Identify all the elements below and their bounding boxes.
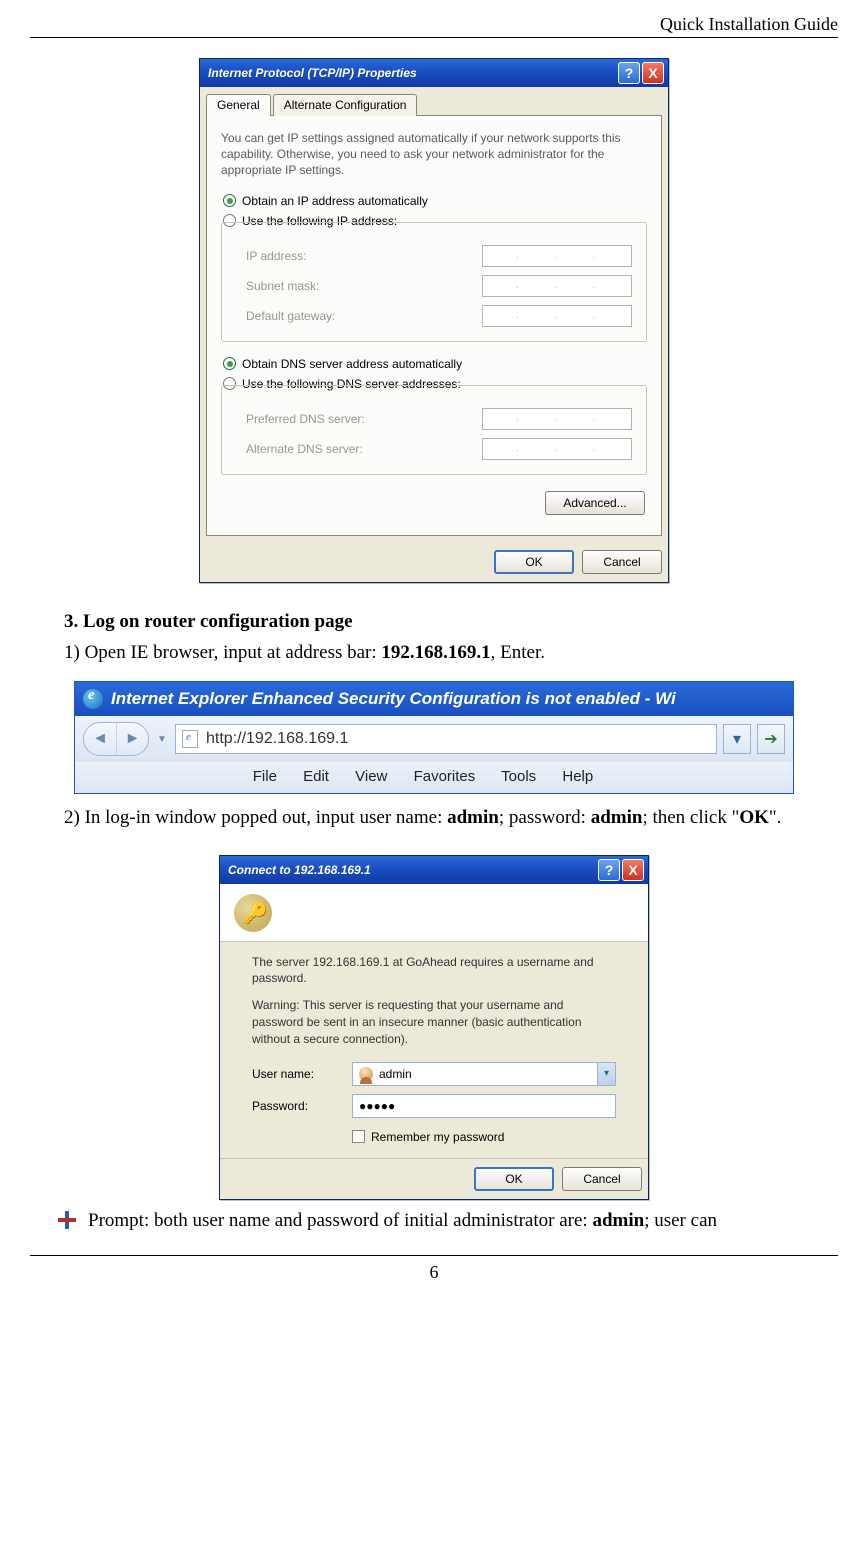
username-label: User name: (252, 1067, 352, 1081)
username-row: User name: admin ▾ (234, 1058, 634, 1090)
menu-file[interactable]: File (253, 768, 277, 785)
history-dropdown-icon[interactable]: ▼ (155, 734, 169, 745)
auth-banner (220, 884, 648, 942)
tab-alternate-configuration[interactable]: Alternate Configuration (273, 94, 418, 116)
ie-browser-figure: Internet Explorer Enhanced Security Conf… (74, 681, 794, 794)
tcpip-button-row: OK Cancel (200, 542, 668, 582)
alternate-dns-label: Alternate DNS server: (246, 442, 363, 456)
forward-button[interactable]: ► (116, 723, 148, 755)
radio-obtain-ip-auto[interactable]: Obtain an IP address automatically (221, 191, 647, 211)
auth-server-message: The server 192.168.169.1 at GoAhead requ… (252, 954, 616, 988)
page-header: Quick Installation Guide (30, 14, 838, 35)
auth-titlebar: Connect to 192.168.169.1 ? X (220, 856, 648, 884)
radio-dot-icon (223, 357, 236, 370)
password-label: Password: (252, 1099, 352, 1113)
plus-bullet-icon (58, 1211, 76, 1229)
tab-row: General Alternate Configuration (200, 87, 668, 115)
address-bar-text: http://192.168.169.1 (206, 730, 348, 748)
menu-tools[interactable]: Tools (501, 768, 536, 785)
ie-nav-row: ◄ ► ▼ http://192.168.169.1 ▾ ➔ (75, 716, 793, 762)
radio-obtain-dns-label: Obtain DNS server address automatically (242, 357, 462, 371)
auth-warning-message: Warning: This server is requesting that … (252, 997, 616, 1047)
remember-password-row[interactable]: Remember my password (234, 1122, 634, 1158)
default-gateway-label: Default gateway: (246, 309, 335, 323)
menu-favorites[interactable]: Favorites (414, 768, 476, 785)
ie-logo-icon (83, 689, 103, 709)
menu-help[interactable]: Help (562, 768, 593, 785)
user-icon (359, 1067, 373, 1081)
password-row: Password: ●●●●● (234, 1090, 634, 1122)
step-2-text: 2) In log-in window popped out, input us… (30, 804, 838, 833)
go-button[interactable]: ➔ (757, 724, 785, 754)
address-bar[interactable]: http://192.168.169.1 (175, 724, 717, 754)
subnet-mask-input: ... (482, 275, 632, 297)
back-button[interactable]: ◄ (84, 723, 116, 755)
advanced-button[interactable]: Advanced... (545, 491, 645, 515)
ie-titlebar: Internet Explorer Enhanced Security Conf… (75, 682, 793, 716)
ok-button[interactable]: OK (474, 1167, 554, 1191)
address-dropdown-button[interactable]: ▾ (723, 724, 751, 754)
ip-address-input: ... (482, 245, 632, 267)
close-button[interactable]: X (642, 62, 664, 84)
password-input[interactable]: ●●●●● (352, 1094, 616, 1118)
username-dropdown-icon[interactable]: ▾ (597, 1063, 615, 1085)
username-input[interactable]: admin ▾ (352, 1062, 616, 1086)
auth-title-text: Connect to 192.168.169.1 (228, 863, 371, 877)
header-rule (30, 37, 838, 38)
general-tab-panel: You can get IP settings assigned automat… (206, 115, 662, 536)
dns-fields-group: Preferred DNS server: ... Alternate DNS … (221, 385, 647, 475)
auth-dialog: Connect to 192.168.169.1 ? X The server … (219, 855, 649, 1200)
cancel-button[interactable]: Cancel (562, 1167, 642, 1191)
page-icon (182, 730, 198, 748)
help-button[interactable]: ? (618, 62, 640, 84)
tcpip-titlebar: Internet Protocol (TCP/IP) Properties ? … (200, 59, 668, 87)
alternate-dns-input: ... (482, 438, 632, 460)
radio-obtain-ip-label: Obtain an IP address automatically (242, 194, 428, 208)
tcpip-description: You can get IP settings assigned automat… (221, 130, 647, 179)
tcpip-properties-dialog: Internet Protocol (TCP/IP) Properties ? … (199, 58, 669, 583)
help-button[interactable]: ? (598, 859, 620, 881)
preferred-dns-input: ... (482, 408, 632, 430)
tcpip-title-text: Internet Protocol (TCP/IP) Properties (208, 66, 417, 80)
prompt-note: Prompt: both user name and password of i… (30, 1206, 838, 1235)
menu-edit[interactable]: Edit (303, 768, 329, 785)
password-value: ●●●●● (359, 1099, 395, 1113)
close-button[interactable]: X (622, 859, 644, 881)
ip-address-label: IP address: (246, 249, 306, 263)
username-value: admin (379, 1067, 412, 1081)
nav-back-forward: ◄ ► (83, 722, 149, 756)
ip-fields-group: IP address: ... Subnet mask: ... Default… (221, 222, 647, 342)
menu-view[interactable]: View (355, 768, 387, 785)
ok-button[interactable]: OK (494, 550, 574, 574)
auth-button-row: OK Cancel (220, 1158, 648, 1199)
footer-rule (30, 1255, 838, 1256)
default-gateway-input: ... (482, 305, 632, 327)
cancel-button[interactable]: Cancel (582, 550, 662, 574)
preferred-dns-label: Preferred DNS server: (246, 412, 365, 426)
step-1-text: 1) Open IE browser, input at address bar… (64, 639, 838, 668)
radio-obtain-dns-auto[interactable]: Obtain DNS server address automatically (221, 354, 647, 374)
page-number: 6 (30, 1262, 838, 1283)
subnet-mask-label: Subnet mask: (246, 279, 319, 293)
radio-dot-icon (223, 194, 236, 207)
checkbox-icon[interactable] (352, 1130, 365, 1143)
section-heading: 3. Log on router configuration page (64, 611, 838, 633)
keys-icon (234, 894, 272, 932)
tab-general[interactable]: General (206, 94, 271, 116)
remember-password-label: Remember my password (371, 1130, 504, 1144)
ie-title-text: Internet Explorer Enhanced Security Conf… (111, 689, 676, 709)
ie-menu-bar: File Edit View Favorites Tools Help (75, 762, 793, 793)
